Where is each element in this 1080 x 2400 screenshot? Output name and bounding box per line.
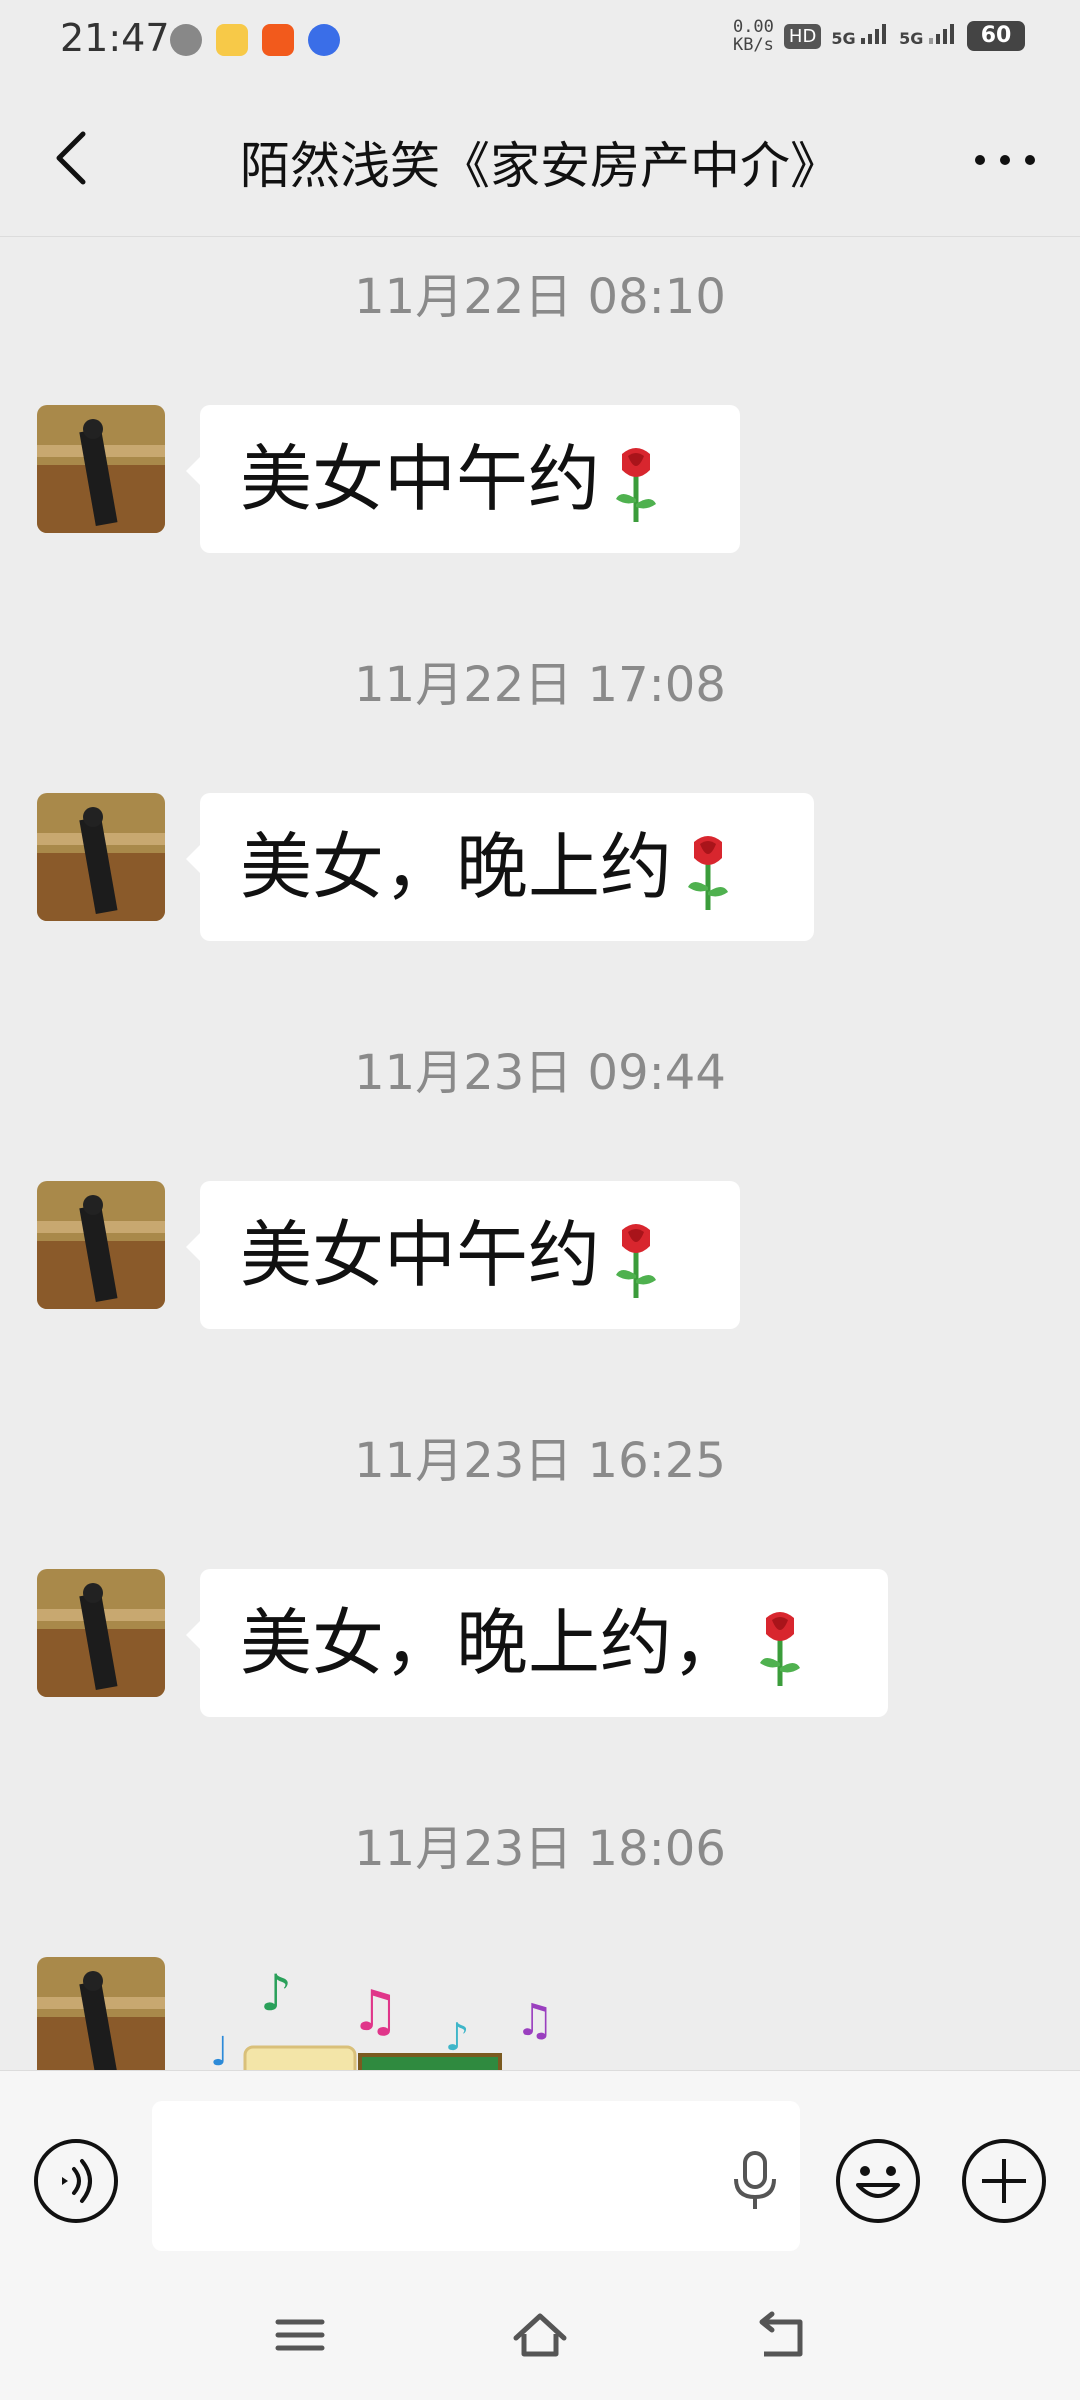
more-icon[interactable]	[970, 135, 1040, 185]
avatar-image	[37, 405, 165, 533]
signal-2: 5G	[899, 24, 957, 48]
status-bar: 21:47 0.00 KB/s HD 5G 5G 60	[0, 0, 1080, 80]
input-bar	[0, 2070, 1080, 2271]
svg-text:♫: ♫	[515, 1995, 554, 2046]
avatar[interactable]	[37, 1569, 165, 1697]
net-speed-unit: KB/s	[732, 35, 774, 55]
add-icon[interactable]	[960, 2137, 1048, 2225]
back-arrow-icon[interactable]	[45, 128, 105, 188]
svg-text:♩: ♩	[210, 2029, 229, 2070]
net-speed-value: 0.00	[732, 17, 774, 37]
message-text: 美女中午约	[240, 1213, 601, 1297]
voice-icon[interactable]	[32, 2137, 120, 2225]
message-bubble[interactable]: 美女，晚上约，	[186, 1569, 888, 1717]
chat-title: 陌然浅笑《家安房产中介》	[240, 137, 840, 195]
message-bubble[interactable]: 美女中午约	[186, 405, 740, 553]
music-sticker[interactable]: ♪ ♫ ♪ ♫ ♩	[210, 1955, 570, 2070]
svg-text:♪: ♪	[260, 1964, 292, 2022]
baidu-notification-icon	[308, 24, 340, 56]
mic-icon[interactable]	[730, 2151, 780, 2211]
home-icon[interactable]	[510, 2310, 570, 2360]
status-time: 21:47	[60, 16, 170, 60]
message-text: 美女，晚上约，	[240, 1601, 745, 1685]
wechat-notification-icon	[170, 24, 202, 56]
hd-badge: HD	[783, 23, 822, 49]
return-icon[interactable]	[750, 2310, 810, 2360]
app-notification-icon	[216, 24, 248, 56]
chat-area[interactable]: 11月22日 08:10 美女中午约 11月22日 17:08 美女，晚上约 1…	[0, 237, 1080, 2070]
avatar-image	[37, 1569, 165, 1697]
avatar[interactable]	[37, 1181, 165, 1309]
message-timestamp: 11月23日 18:06	[354, 1821, 726, 1877]
message-timestamp: 11月23日 16:25	[354, 1433, 726, 1489]
avatar-image	[37, 793, 165, 921]
message-timestamp: 11月23日 09:44	[354, 1045, 726, 1101]
svg-text:♫: ♫	[350, 1979, 400, 2044]
message-bubble[interactable]: 美女中午约	[186, 1181, 740, 1329]
avatar-image	[37, 1957, 165, 2070]
notification-icons	[170, 24, 340, 56]
chat-header: 陌然浅笑《家安房产中介》	[0, 80, 1080, 237]
menu-icon[interactable]	[270, 2310, 330, 2360]
rose-icon	[616, 448, 657, 523]
message-timestamp: 11月22日 08:10	[354, 269, 726, 325]
battery-indicator: 60	[967, 21, 1025, 51]
avatar[interactable]	[37, 405, 165, 533]
avatar[interactable]	[37, 793, 165, 921]
message-timestamp: 11月22日 17:08	[354, 657, 726, 713]
signal-1: 5G	[831, 24, 889, 48]
status-right: 0.00 KB/s HD 5G 5G 60	[733, 18, 1025, 54]
signal-bars-icon	[929, 24, 954, 44]
message-input[interactable]	[152, 2101, 800, 2251]
rose-icon	[616, 1224, 657, 1299]
message-bubble[interactable]: 美女，晚上约	[186, 793, 814, 941]
message-text: 美女中午约	[240, 437, 601, 521]
signal-2-label: 5G	[899, 29, 924, 48]
message-text: 美女，晚上约	[240, 825, 673, 909]
net-speed: 0.00 KB/s	[733, 18, 774, 54]
signal-bars-icon	[861, 24, 887, 44]
rose-icon	[760, 1612, 801, 1687]
taobao-notification-icon	[262, 24, 294, 56]
avatar-image	[37, 1181, 165, 1309]
avatar[interactable]	[37, 1957, 165, 2070]
rose-icon	[688, 836, 729, 911]
system-nav-bar	[0, 2270, 1080, 2400]
signal-1-label: 5G	[831, 29, 856, 48]
svg-text:♪: ♪	[445, 2015, 469, 2059]
emoji-icon[interactable]	[834, 2137, 922, 2225]
